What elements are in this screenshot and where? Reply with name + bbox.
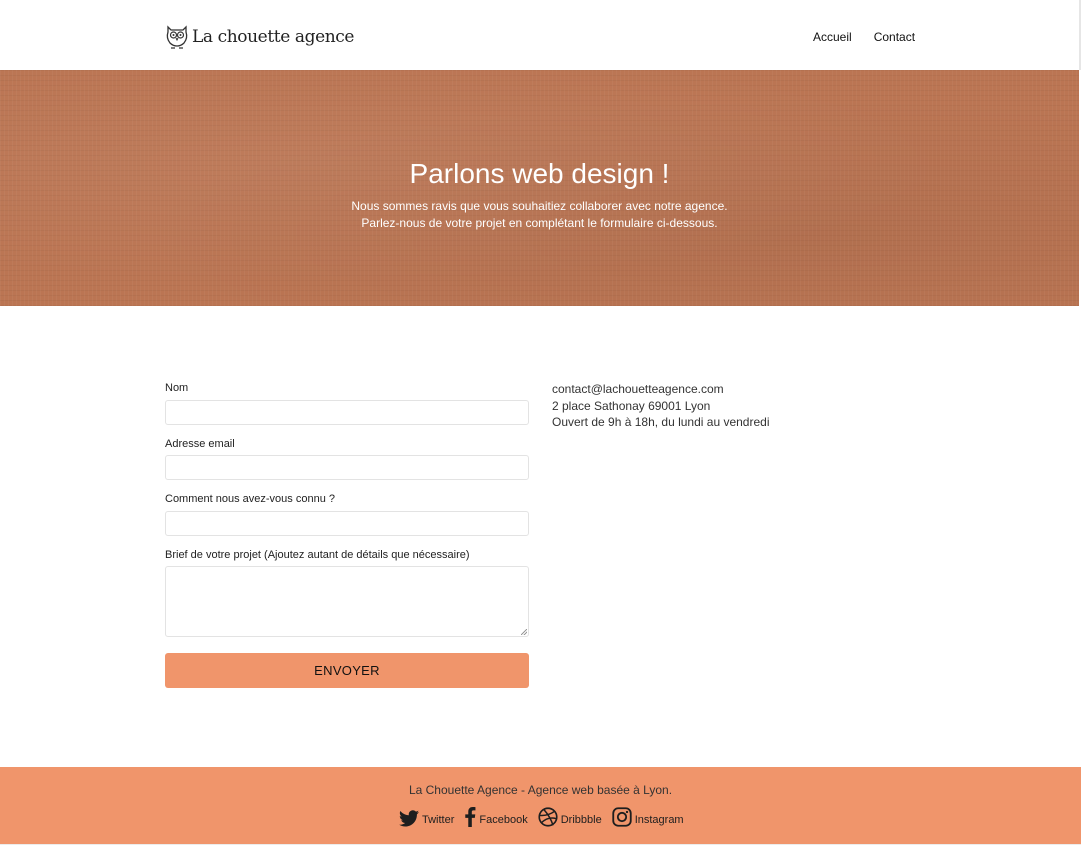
nav-link-home[interactable]: Accueil — [813, 30, 852, 44]
social-links: Twitter Facebook Dribbble Instagram — [399, 807, 694, 827]
social-label-facebook: Facebook — [479, 814, 528, 826]
social-label-dribbble: Dribbble — [560, 814, 602, 826]
textarea-resize-handle[interactable] — [521, 629, 527, 635]
hero-intro-line-2: Parlez-nous de votre projet en complétan… — [361, 216, 718, 230]
contact-address: 2 place Sathonay 69001 Lyon — [552, 398, 711, 413]
email-label: Adresse email — [165, 438, 235, 450]
name-label: Nom — [165, 382, 189, 394]
site-header: La chouette agence Accueil Contact — [0, 0, 1081, 70]
site-footer: La Chouette Agence - Agence web basée à … — [0, 767, 1081, 844]
social-label-twitter: Twitter — [422, 814, 455, 826]
nav-link-contact[interactable]: Contact — [874, 30, 915, 44]
page-title: Parlons web design ! — [409, 158, 670, 189]
dribbble-icon — [538, 807, 558, 827]
opening-hours: Ouvert de 9h à 18h, du lundi au vendredi — [552, 415, 770, 429]
social-label-instagram: Instagram — [634, 814, 684, 826]
referral-field[interactable] — [165, 511, 529, 536]
hero-banner: Parlons web design ! Nous sommes ravis q… — [0, 70, 1079, 306]
brand-logo-link[interactable]: La chouette agence — [165, 24, 354, 50]
submit-button[interactable]: ENVOYER — [165, 653, 529, 688]
facebook-icon — [465, 807, 476, 827]
main-nav: Accueil Contact — [813, 30, 915, 44]
brief-textarea[interactable] — [165, 566, 529, 637]
brief-label: Brief de votre projet (Ajoutez autant de… — [165, 549, 470, 561]
hero-intro-line-1: Nous sommes ravis que vous souhaitiez co… — [351, 199, 728, 213]
social-link-facebook[interactable]: Facebook — [464, 807, 528, 827]
social-link-dribbble[interactable]: Dribbble — [538, 807, 602, 827]
page-bottom-strip — [0, 844, 1081, 863]
social-link-twitter[interactable]: Twitter — [399, 810, 454, 827]
contact-email: contact@lachouetteagence.com — [552, 382, 724, 396]
name-field[interactable] — [165, 400, 529, 425]
contact-info: contact@lachouetteagence.com 2 place Sat… — [552, 381, 770, 431]
footer-tagline: La Chouette Agence - Agence web basée à … — [408, 783, 673, 797]
owl-icon — [166, 25, 188, 49]
brand-name: La chouette agence — [192, 27, 355, 47]
email-field[interactable] — [165, 455, 529, 480]
referral-label: Comment nous avez-vous connu ? — [165, 493, 335, 505]
social-link-instagram[interactable]: Instagram — [612, 807, 684, 827]
instagram-icon — [612, 807, 632, 827]
twitter-icon — [399, 810, 419, 827]
